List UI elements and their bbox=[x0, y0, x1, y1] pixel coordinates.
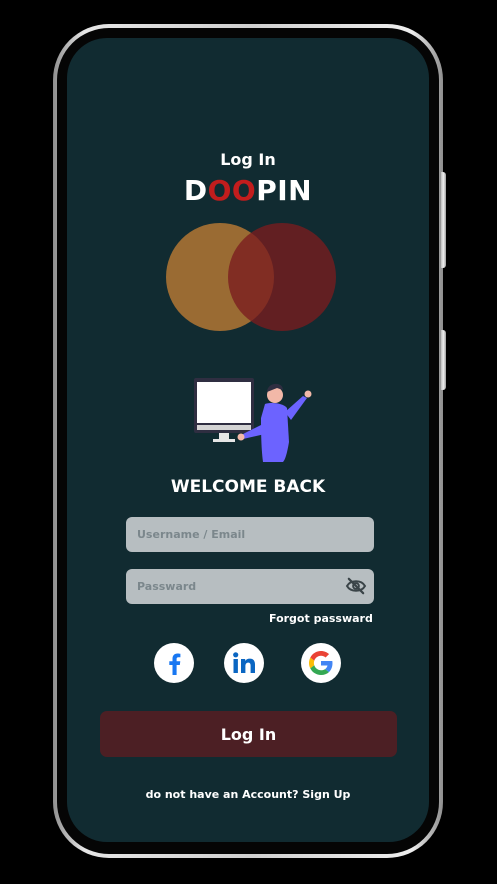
username-input[interactable] bbox=[126, 517, 374, 552]
eye-off-icon[interactable] bbox=[345, 577, 367, 595]
signup-prompt-text: do not have an Account? bbox=[145, 788, 299, 801]
page-title: Log In bbox=[220, 150, 276, 169]
welcome-heading: WELCOME BACK bbox=[170, 477, 326, 497]
volume-button bbox=[441, 172, 446, 268]
signup-link[interactable]: Sign Up bbox=[302, 788, 350, 801]
forgot-password-link[interactable]: Forgot passward bbox=[269, 612, 373, 625]
login-button[interactable]: Log In bbox=[100, 711, 397, 757]
google-login-button[interactable] bbox=[301, 643, 341, 683]
power-button bbox=[441, 330, 446, 390]
facebook-login-button[interactable] bbox=[154, 643, 194, 683]
brand-part: D bbox=[183, 174, 208, 207]
linkedin-icon bbox=[233, 652, 255, 673]
password-input[interactable] bbox=[126, 569, 374, 604]
brand-logo-text: DOOPIN bbox=[67, 174, 429, 207]
facebook-icon bbox=[169, 653, 181, 675]
phone-screen: Log In DOOPIN WELCOME BACK Forgot passwa… bbox=[67, 38, 429, 842]
signup-prompt: do not have an Account? Sign Up bbox=[67, 788, 429, 801]
brand-part: PIN bbox=[256, 174, 313, 207]
logo-circles-icon bbox=[166, 223, 336, 331]
brand-accent: OO bbox=[207, 174, 257, 207]
linkedin-login-button[interactable] bbox=[224, 643, 264, 683]
google-icon bbox=[309, 651, 333, 675]
person-at-computer-illustration bbox=[194, 378, 312, 462]
